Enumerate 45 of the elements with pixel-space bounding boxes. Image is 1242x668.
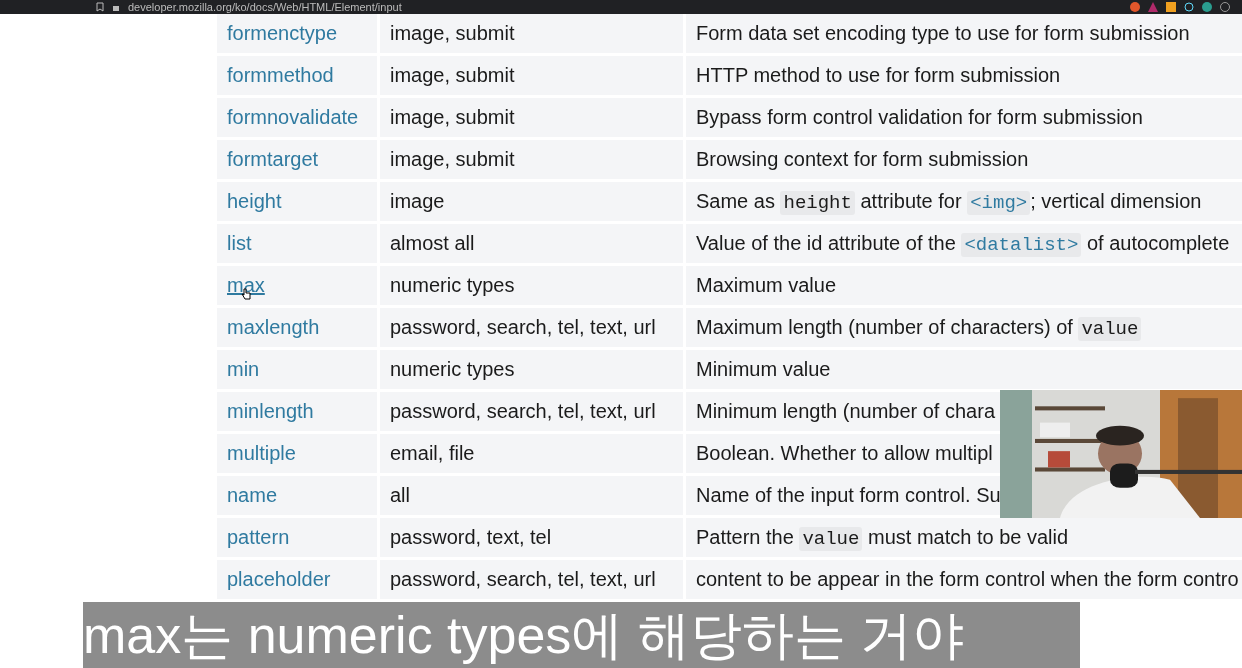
attribute-link[interactable]: multiple: [227, 442, 296, 465]
table-cell: all: [380, 476, 683, 515]
table-cell: email, file: [380, 434, 683, 473]
table-cell: Same as height attribute for <img>; vertical dimension: [686, 182, 1242, 221]
attribute-link[interactable]: placeholder: [227, 568, 331, 591]
attribute-link[interactable]: name: [227, 484, 278, 507]
table-cell: Form data set encoding type to use for form submission: [686, 14, 1242, 53]
table-cell: password, search, tel, text, url: [380, 560, 683, 599]
attribute-link[interactable]: formtarget: [227, 148, 319, 171]
subtitle-caption: max는 numeric types에 해당하는 거야: [83, 602, 1080, 668]
attribute-link[interactable]: formmethod: [227, 64, 334, 87]
attribute-link[interactable]: max: [227, 274, 265, 297]
table-cell: HTTP method to use for form submission: [686, 56, 1242, 95]
table-cell: image, submit: [380, 140, 683, 179]
table-cell: Value of the id attribute of the <datalist> of autocomplete: [686, 224, 1242, 263]
profile-icon[interactable]: [1220, 2, 1230, 12]
attribute-link[interactable]: list: [227, 232, 252, 255]
attribute-link[interactable]: pattern: [227, 526, 290, 549]
triangle-icon[interactable]: [1148, 2, 1158, 12]
table-cell: image, submit: [380, 98, 683, 137]
attribute-link[interactable]: minlength: [227, 400, 314, 423]
table-cell: numeric types: [380, 266, 683, 305]
address-bar-url[interactable]: developer.mozilla.org/ko/docs/Web/HTML/Element/input: [128, 1, 402, 13]
circle-icon[interactable]: [1202, 2, 1212, 12]
table-cell: Maximum value: [686, 266, 1242, 305]
table-cell: password, search, tel, text, url: [380, 308, 683, 347]
table-cell: Maximum length (number of characters) of value: [686, 308, 1242, 347]
attribute-link[interactable]: height: [227, 190, 282, 213]
bookmark-icon[interactable]: [96, 2, 104, 12]
attribute-link[interactable]: maxlength: [227, 316, 320, 339]
attribute-link[interactable]: min: [227, 358, 260, 381]
table-cell: image: [380, 182, 683, 221]
table-cell: image, submit: [380, 14, 683, 53]
table-cell: Pattern the value must match to be valid: [686, 518, 1242, 557]
table-cell: image, submit: [380, 56, 683, 95]
attribute-link[interactable]: formenctype: [227, 22, 338, 45]
table-cell: Minimum value: [686, 350, 1242, 389]
attribute-link[interactable]: formnovalidate: [227, 106, 359, 129]
table-cell: Browsing context for form submission: [686, 140, 1242, 179]
table-cell: password, search, tel, text, url: [380, 392, 683, 431]
table-cell: content to be appear in the form control when the form contro: [686, 560, 1242, 599]
table-cell: almost all: [380, 224, 683, 263]
table-cell: numeric types: [380, 350, 683, 389]
table-cell: Bypass form control validation for form submission: [686, 98, 1242, 137]
table-cell: password, text, tel: [380, 518, 683, 557]
